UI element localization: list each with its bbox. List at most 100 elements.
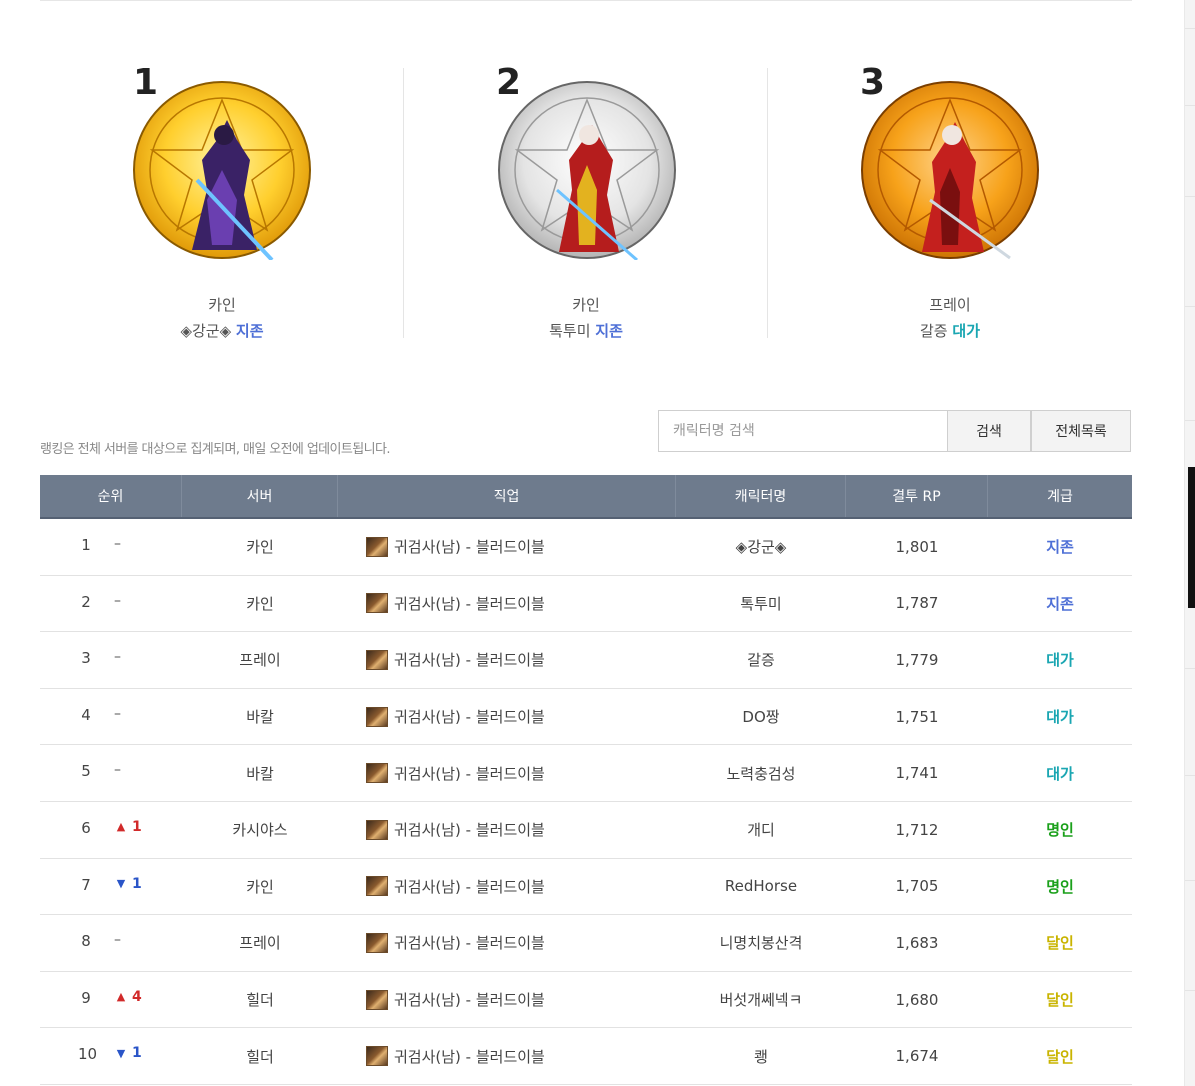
- header-job: 직업: [338, 475, 676, 517]
- character-name-cell[interactable]: RedHorse: [676, 859, 846, 915]
- rank-cell: 2–: [40, 576, 182, 632]
- job-name: 귀검사(남) - 블러드이블: [394, 934, 545, 953]
- rank-number: 3: [81, 649, 91, 668]
- silver-emblem-character-portrait[interactable]: [497, 80, 677, 260]
- job-name: 귀검사(남) - 블러드이블: [394, 1047, 545, 1066]
- podium-slot-2[interactable]: 2 카인 톡투미 지존: [404, 50, 768, 350]
- job-name: 귀검사(남) - 블러드이블: [394, 538, 545, 557]
- podium-character[interactable]: ◈강군◈ 지존: [40, 320, 404, 341]
- rank-cell: 4–: [40, 689, 182, 745]
- job-cell: 귀검사(남) - 블러드이블: [338, 632, 676, 688]
- character-name-cell[interactable]: 니명치봉산격: [676, 915, 846, 971]
- job-cell: 귀검사(남) - 블러드이블: [338, 915, 676, 971]
- job-name: 귀검사(남) - 블러드이블: [394, 764, 545, 783]
- job-cell: 귀검사(남) - 블러드이블: [338, 519, 676, 575]
- table-row[interactable]: 9 ▲ 4 힐더 귀검사(남) - 블러드이블 버섯개쎄넥ㅋ 1,680 달인: [40, 972, 1132, 1029]
- character-name-cell[interactable]: 갈증: [676, 632, 846, 688]
- job-portrait-icon: [366, 876, 388, 897]
- duel-rp-cell: 1,674: [895, 1047, 939, 1066]
- header-grade: 계급: [1047, 489, 1073, 505]
- search-button[interactable]: 검색: [947, 410, 1031, 452]
- rank-change-value: –: [114, 705, 121, 722]
- table-row[interactable]: 2– 카인 귀검사(남) - 블러드이블 톡투미 1,787 지존: [40, 576, 1132, 633]
- podium-slot-3[interactable]: 3 프레이 갈증 대가: [768, 50, 1132, 350]
- character-name-cell[interactable]: 버섯개쎄넥ㅋ: [676, 972, 846, 1028]
- podium-character-name: ◈강군◈: [180, 322, 232, 340]
- rank-change-value: 1: [132, 1045, 142, 1062]
- podium-grade: 지존: [235, 322, 264, 340]
- server-cell: 프레이: [239, 934, 281, 953]
- duel-rp-cell: 1,683: [895, 933, 939, 952]
- scrollbar-thumb[interactable]: [1188, 467, 1195, 608]
- job-portrait-icon: [366, 932, 388, 953]
- rank-change: –: [114, 762, 121, 778]
- job-name: 귀검사(남) - 블러드이블: [394, 821, 545, 840]
- rank-change-value: –: [114, 536, 121, 552]
- duel-rp-cell: 1,712: [895, 820, 939, 839]
- server-cell: 카시야스: [232, 821, 288, 840]
- rank-number: 6: [81, 818, 91, 837]
- job-cell: 귀검사(남) - 블러드이블: [338, 745, 676, 801]
- table-row[interactable]: 6 ▲ 1 카시야스 귀검사(남) - 블러드이블 개디 1,712 명인: [40, 802, 1132, 859]
- podium-server: 카인: [208, 296, 236, 314]
- rank-change: –: [114, 649, 121, 665]
- server-cell: 힐더: [246, 991, 274, 1010]
- job-cell: 귀검사(남) - 블러드이블: [338, 576, 676, 632]
- top-divider: [40, 0, 1132, 1]
- podium-grade: 지존: [595, 322, 623, 340]
- job-portrait-icon: [366, 593, 388, 614]
- podium-slot-1[interactable]: 1 카인 ◈강군◈ 지존: [40, 50, 404, 350]
- table-row[interactable]: 4– 바칼 귀검사(남) - 블러드이블 DO짱 1,751 대가: [40, 689, 1132, 746]
- search-bar: 검색 전체목록: [658, 410, 1132, 454]
- job-name: 귀검사(남) - 블러드이블: [394, 991, 545, 1010]
- table-row[interactable]: 7 ▼ 1 카인 귀검사(남) - 블러드이블 RedHorse 1,705 명인: [40, 859, 1132, 916]
- podium-character[interactable]: 톡투미 지존: [404, 320, 768, 341]
- table-row[interactable]: 8– 프레이 귀검사(남) - 블러드이블 니명치봉산격 1,683 달인: [40, 915, 1132, 972]
- character-name-cell[interactable]: ◈강군◈: [676, 519, 846, 575]
- table-header: 순위 서버 직업 캐릭터명 결투 RP 계급: [40, 475, 1132, 519]
- rank-number: 4: [81, 705, 91, 724]
- ranking-table: 순위 서버 직업 캐릭터명 결투 RP 계급 1– 카인 귀검사(남) - 블러드이…: [40, 475, 1132, 1085]
- server-cell: 카인: [246, 538, 274, 557]
- rank-up-icon: ▲: [116, 820, 126, 834]
- job-portrait-icon: [366, 706, 388, 727]
- duel-rp-cell: 1,779: [895, 650, 939, 669]
- server-cell: 힐더: [246, 1047, 274, 1066]
- podium-server: 프레이: [929, 296, 971, 314]
- rank-change: ▲ 4: [114, 989, 142, 1005]
- table-row[interactable]: 1– 카인 귀검사(남) - 블러드이블 ◈강군◈ 1,801 지존: [40, 519, 1132, 576]
- rank-change-value: 4: [132, 988, 142, 1005]
- character-search-input[interactable]: [658, 410, 948, 452]
- job-cell: 귀검사(남) - 블러드이블: [338, 689, 676, 745]
- podium-character[interactable]: 갈증 대가: [768, 320, 1132, 341]
- rank-number: 8: [81, 932, 91, 951]
- grade-cell: 명인: [1046, 821, 1074, 840]
- table-row[interactable]: 3– 프레이 귀검사(남) - 블러드이블 갈증 1,779 대가: [40, 632, 1132, 689]
- rank-cell: 5–: [40, 745, 182, 801]
- rank-number: 7: [81, 875, 91, 894]
- rank-change-value: 1: [132, 875, 142, 892]
- character-name-cell[interactable]: 톡투미: [676, 576, 846, 632]
- job-name: 귀검사(남) - 블러드이블: [394, 651, 545, 670]
- bronze-emblem-character-portrait[interactable]: [860, 80, 1040, 260]
- rank-cell: 3–: [40, 632, 182, 688]
- character-name-cell[interactable]: 노력충검성: [676, 745, 846, 801]
- job-cell: 귀검사(남) - 블러드이블: [338, 859, 676, 915]
- rank-change: –: [114, 593, 121, 609]
- job-name: 귀검사(남) - 블러드이블: [394, 594, 545, 613]
- rank-number: 2: [81, 592, 91, 611]
- show-all-button[interactable]: 전체목록: [1031, 410, 1131, 452]
- podium-character-name: 갈증: [920, 322, 948, 340]
- job-cell: 귀검사(남) - 블러드이블: [338, 802, 676, 858]
- rank-change: –: [114, 706, 121, 722]
- job-portrait-icon: [366, 763, 388, 784]
- character-name-cell[interactable]: 쾡: [676, 1028, 846, 1084]
- gold-emblem-character-portrait[interactable]: [132, 80, 312, 260]
- character-name-cell[interactable]: DO짱: [676, 689, 846, 745]
- grade-cell: 대가: [1046, 708, 1074, 727]
- duel-rp-cell: 1,705: [895, 877, 939, 896]
- grade-cell: 대가: [1046, 764, 1074, 783]
- table-row[interactable]: 5– 바칼 귀검사(남) - 블러드이블 노력충검성 1,741 대가: [40, 745, 1132, 802]
- table-row[interactable]: 10 ▼ 1 힐더 귀검사(남) - 블러드이블 쾡 1,674 달인: [40, 1028, 1132, 1085]
- character-name-cell[interactable]: 개디: [676, 802, 846, 858]
